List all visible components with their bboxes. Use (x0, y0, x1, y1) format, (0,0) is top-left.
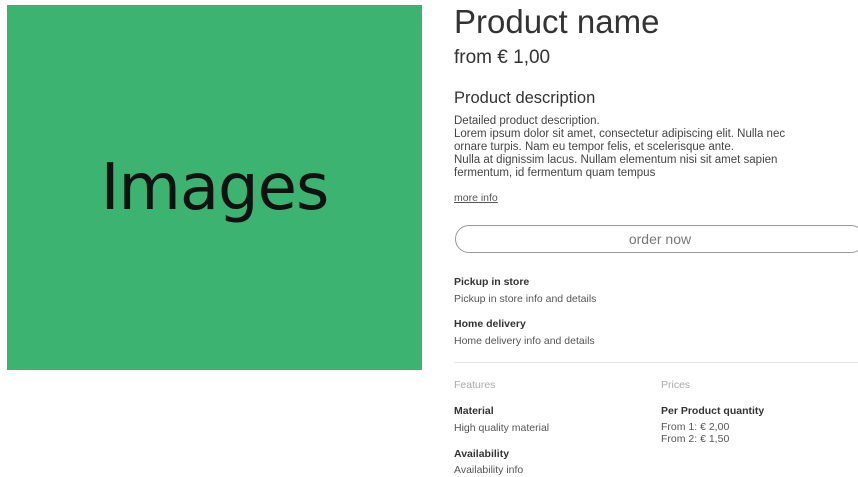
product-details: Product name from € 1,00 Product descrip… (454, 0, 858, 477)
product-image-placeholder[interactable]: Images (7, 5, 422, 370)
home-delivery-text: Home delivery info and details (454, 335, 595, 347)
product-price-from: from € 1,00 (454, 47, 551, 68)
features-heading: Features (454, 379, 496, 391)
material-text: High quality material (454, 422, 550, 434)
description-line: Lorem ipsum dolor sit amet, consectetur … (454, 128, 786, 140)
description-line: ornare turpis. Nam eu tempor felis, et s… (454, 141, 734, 153)
pickup-title: Pickup in store (454, 276, 530, 288)
product-title: Product name (454, 3, 660, 40)
price-tier: From 2: € 1,50 (661, 433, 730, 445)
description-body: Detailed product description. Lorem ipsu… (454, 115, 856, 180)
description-line: Nulla at dignissim lacus. Nullam element… (454, 154, 778, 166)
image-placeholder-label: Images (100, 150, 330, 225)
price-tier: From 1: € 2,00 (661, 421, 730, 433)
description-heading: Product description (454, 89, 596, 107)
description-line: fermentum, id fermentum quam tempus (454, 167, 656, 179)
price-quantity-title: Per Product quantity (661, 405, 765, 417)
pickup-text: Pickup in store info and details (454, 293, 597, 305)
more-info-link[interactable]: more info (454, 192, 498, 204)
home-delivery-title: Home delivery (454, 318, 526, 330)
prices-heading: Prices (661, 379, 691, 391)
order-now-button[interactable]: order now (455, 225, 858, 253)
availability-text: Availability info (454, 464, 524, 476)
material-title: Material (454, 405, 494, 417)
section-divider (454, 362, 858, 363)
description-line: Detailed product description. (454, 115, 600, 127)
availability-title: Availability (454, 448, 510, 460)
